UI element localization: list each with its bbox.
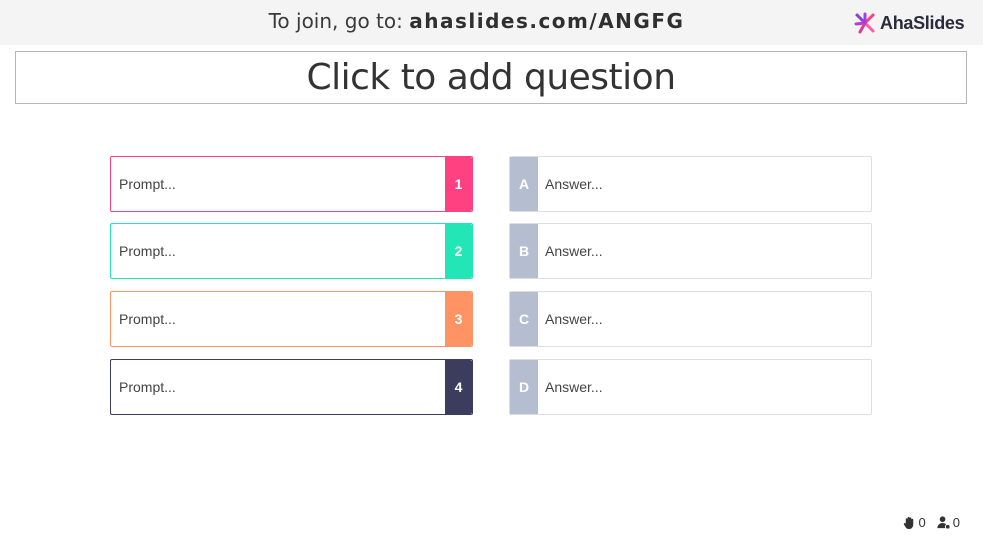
prompt-input[interactable]: Prompt...	[111, 224, 445, 278]
answer-input[interactable]: Answer...	[538, 292, 871, 346]
answer-letter-badge: D	[510, 360, 538, 414]
prompt-input[interactable]: Prompt...	[111, 157, 445, 211]
logo-icon	[854, 12, 875, 34]
prompt-input[interactable]: Prompt...	[111, 292, 445, 346]
question-input[interactable]: Click to add question	[15, 51, 967, 104]
prompt-number-badge: 3	[445, 292, 472, 346]
join-url[interactable]: ahaslides.com/ANGFG	[409, 9, 684, 33]
logo-text: AhaSlides	[880, 12, 965, 33]
prompt-number-badge: 1	[445, 157, 472, 211]
answer-letter-badge: A	[510, 157, 538, 211]
prompt-number-badge: 2	[445, 224, 472, 278]
prompt-number-badge: 4	[445, 360, 472, 414]
top-bar: To join, go to: ahaslides.com/ANGFG AhaS…	[0, 0, 983, 45]
prompt-input[interactable]: Prompt...	[111, 360, 445, 414]
join-prefix: To join, go to:	[268, 9, 410, 33]
raised-hand-icon	[903, 516, 913, 530]
answer-input[interactable]: Answer...	[538, 360, 871, 414]
raised-hands-stat: 0	[902, 515, 926, 530]
participants-count: 0	[952, 515, 960, 530]
participant-icon	[937, 516, 951, 530]
answer-letter-badge: B	[510, 224, 538, 278]
join-instructions: To join, go to: ahaslides.com/ANGFG	[0, 9, 953, 33]
answer-row: A Answer...	[509, 156, 872, 212]
answer-input[interactable]: Answer...	[538, 157, 871, 211]
answer-row: B Answer...	[509, 223, 872, 279]
question-placeholder: Click to add question	[306, 57, 676, 98]
ahaslides-logo[interactable]: AhaSlides	[853, 9, 965, 37]
answer-row: D Answer...	[509, 359, 872, 415]
prompt-row: Prompt... 2	[110, 223, 473, 279]
answer-input[interactable]: Answer...	[538, 224, 871, 278]
prompt-row: Prompt... 1	[110, 156, 473, 212]
answer-letter-badge: C	[510, 292, 538, 346]
participants-stat: 0	[936, 515, 960, 530]
raised-hands-count: 0	[918, 515, 926, 530]
prompt-row: Prompt... 4	[110, 359, 473, 415]
session-stats: 0 0	[892, 515, 960, 530]
prompt-row: Prompt... 3	[110, 291, 473, 347]
answer-row: C Answer...	[509, 291, 872, 347]
